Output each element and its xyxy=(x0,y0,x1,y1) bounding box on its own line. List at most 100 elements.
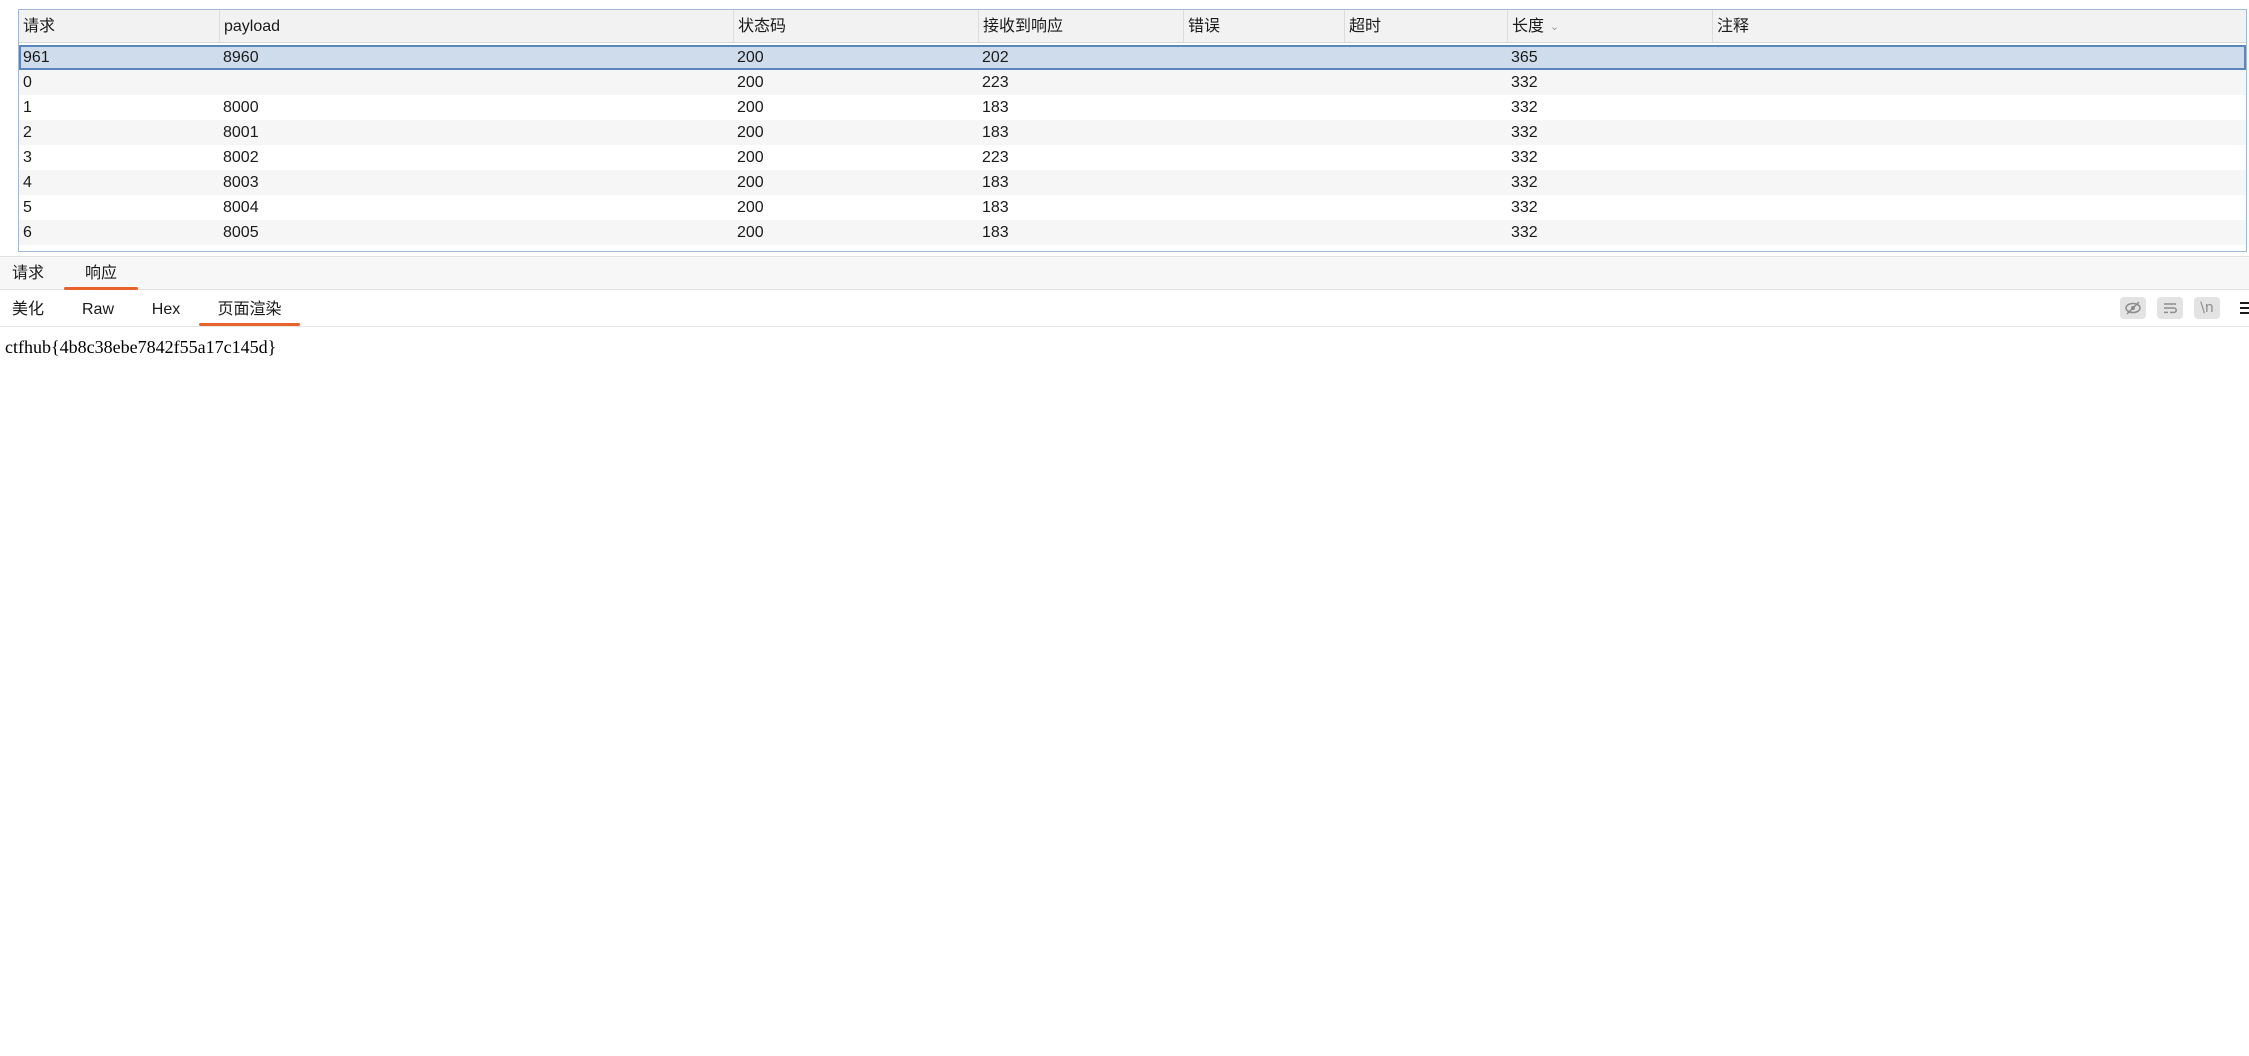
cell-length: 332 xyxy=(1511,124,1538,141)
cell-error xyxy=(1183,220,1187,245)
tab-raw[interactable]: Raw xyxy=(72,291,124,326)
cell-request: 4 xyxy=(23,174,32,191)
cell-length: 332 xyxy=(1507,245,1538,251)
cell-timeout xyxy=(1344,120,1348,145)
column-label: 请求 xyxy=(23,18,56,35)
cell-payload: 8001 xyxy=(223,124,259,141)
cell-status: 200 xyxy=(737,149,764,166)
view-tabs: 美化 Raw Hex 页面渲染 \n xyxy=(0,291,2249,327)
cell-request: 6 xyxy=(23,224,32,241)
message-tabs: 请求 响应 xyxy=(0,256,2249,290)
column-header-payload[interactable]: payload xyxy=(219,10,733,43)
cell-status: 200 xyxy=(737,124,764,141)
cell-comment xyxy=(1712,220,1716,245)
cell-payload: 8000 xyxy=(223,99,259,116)
cell-comment xyxy=(1712,95,1716,120)
cell-payload: 8004 xyxy=(223,199,259,216)
cell-error xyxy=(1183,45,1187,70)
render-view: ctfhub{4b8c38ebe7842f55a17c145d} xyxy=(0,328,2249,1056)
table-row[interactable]: 5 8004 200 183 332 xyxy=(19,195,2246,220)
table-header: 请求 payload 状态码 接收到响应 错误 超时 长度 ⌄ 注释 xyxy=(19,10,2246,43)
cell-received: 202 xyxy=(982,49,1009,66)
hide-toggle-button[interactable] xyxy=(2120,297,2146,319)
column-header-received[interactable]: 接收到响应 xyxy=(978,10,1183,43)
column-label: 超时 xyxy=(1349,18,1382,35)
tab-render[interactable]: 页面渲染 xyxy=(199,291,300,326)
cell-error xyxy=(1183,245,1187,251)
tab-label: 请求 xyxy=(11,265,44,282)
cell-status: 200 xyxy=(737,74,764,91)
tab-label: Raw xyxy=(81,301,114,318)
tab-label: 响应 xyxy=(84,265,117,282)
cell-status: 200 xyxy=(737,49,764,66)
cell-error xyxy=(1183,195,1187,220)
table-row[interactable]: 7 8006 200 202 332 xyxy=(19,245,2246,251)
cell-payload: 8002 xyxy=(223,149,259,166)
tab-hex[interactable]: Hex xyxy=(140,291,192,326)
table-row[interactable]: 4 8003 200 183 332 xyxy=(19,170,2246,195)
table-row[interactable]: 1 8000 200 183 332 xyxy=(19,95,2246,120)
column-header-comment[interactable]: 注释 xyxy=(1712,10,2246,43)
column-label: 注释 xyxy=(1717,18,1750,35)
tab-request[interactable]: 请求 xyxy=(4,257,52,290)
cell-status: 200 xyxy=(737,199,764,216)
tab-label: 美化 xyxy=(11,301,44,318)
cell-timeout xyxy=(1344,45,1348,70)
cell-length: 332 xyxy=(1511,224,1538,241)
column-header-error[interactable]: 错误 xyxy=(1183,10,1344,43)
column-header-status[interactable]: 状态码 xyxy=(733,10,978,43)
word-wrap-icon xyxy=(2164,303,2177,314)
cell-error xyxy=(1183,145,1187,170)
cell-length: 332 xyxy=(1511,174,1538,191)
cell-payload xyxy=(219,70,223,95)
table-row[interactable]: 2 8001 200 183 332 xyxy=(19,120,2246,145)
cell-request: 961 xyxy=(23,49,50,66)
cell-length: 332 xyxy=(1511,74,1538,91)
tab-response[interactable]: 响应 xyxy=(64,257,138,290)
show-newlines-button[interactable]: \n xyxy=(2194,297,2220,319)
cell-comment xyxy=(1712,120,1716,145)
cell-request: 1 xyxy=(23,99,32,116)
cell-status: 200 xyxy=(737,99,764,116)
cell-payload: 8006 xyxy=(219,245,259,251)
cell-request: 0 xyxy=(23,74,32,91)
cell-received: 183 xyxy=(982,124,1009,141)
cell-request: 7 xyxy=(19,245,32,251)
cell-request: 3 xyxy=(23,149,32,166)
table-row[interactable]: 0 200 223 332 xyxy=(19,70,2246,95)
cell-timeout xyxy=(1344,220,1348,245)
rendered-flag-text: ctfhub{4b8c38ebe7842f55a17c145d} xyxy=(5,337,277,357)
table-row[interactable]: 3 8002 200 223 332 xyxy=(19,145,2246,170)
cell-comment xyxy=(1712,170,1716,195)
cell-received: 223 xyxy=(982,149,1009,166)
cell-status: 200 xyxy=(737,224,764,241)
sort-descending-icon: ⌄ xyxy=(1550,21,1560,33)
cell-comment xyxy=(1712,70,1716,95)
cell-error xyxy=(1183,120,1187,145)
cell-timeout xyxy=(1344,95,1348,120)
newline-label: \n xyxy=(2200,300,2214,316)
hamburger-menu-icon[interactable] xyxy=(2238,297,2249,319)
cell-status: 200 xyxy=(733,245,764,251)
cell-timeout xyxy=(1344,195,1348,220)
cell-comment xyxy=(1712,145,1716,170)
column-header-length[interactable]: 长度 ⌄ xyxy=(1507,10,1712,43)
column-header-timeout[interactable]: 超时 xyxy=(1344,10,1507,43)
cell-comment xyxy=(1712,45,1716,70)
cell-received: 183 xyxy=(982,199,1009,216)
results-table[interactable]: 请求 payload 状态码 接收到响应 错误 超时 长度 ⌄ 注释 961 896… xyxy=(18,9,2247,252)
cell-request: 2 xyxy=(23,124,32,141)
cell-timeout xyxy=(1344,145,1348,170)
column-label: 长度 xyxy=(1512,18,1545,35)
cell-error xyxy=(1183,95,1187,120)
table-row[interactable]: 6 8005 200 183 332 xyxy=(19,220,2246,245)
column-header-request[interactable]: 请求 xyxy=(19,10,219,43)
table-body: 961 8960 200 202 365 0 200 223 332 1 8000 200 183 332… xyxy=(19,43,2246,251)
cell-timeout xyxy=(1344,245,1348,251)
tab-pretty[interactable]: 美化 xyxy=(2,291,54,326)
table-row[interactable]: 961 8960 200 202 365 xyxy=(19,45,2246,70)
cell-received: 223 xyxy=(982,74,1009,91)
column-label: 接收到响应 xyxy=(983,18,1064,35)
cell-error xyxy=(1183,70,1187,95)
word-wrap-button[interactable] xyxy=(2157,297,2183,319)
